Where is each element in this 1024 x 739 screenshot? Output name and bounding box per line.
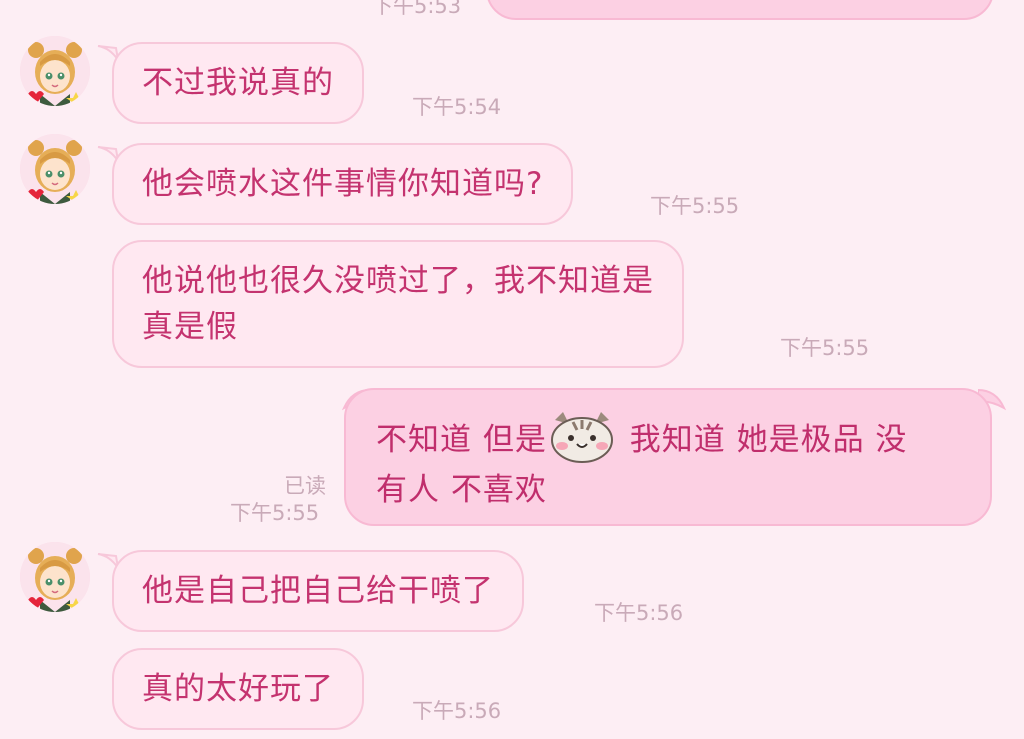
incoming-message-bubble[interactable]: 真的太好玩了 <box>112 648 364 730</box>
cat-face-emoji-icon <box>550 412 613 463</box>
previous-message-time: 下午5:53 <box>372 0 462 18</box>
message-text-line-1: 不知道 但是 我知道 她是极品 没 <box>376 410 960 465</box>
previous-outgoing-bubble-partial[interactable] <box>486 0 994 20</box>
incoming-message-bubble[interactable]: 他会喷水这件事情你知道吗? <box>112 143 574 225</box>
message-text: 他会喷水这件事情你知道吗? <box>142 166 544 202</box>
outgoing-message-bubble[interactable]: 不知道 但是 我知道 她是极品 没 有人 不喜欢 <box>344 388 992 526</box>
message-text: 不过我说真的 <box>142 65 334 101</box>
incoming-message-bubble[interactable]: 他说他也很久没喷过了，我不知道是 真是假 <box>112 240 684 368</box>
incoming-message-bubble[interactable]: 他是自己把自己给干喷了 <box>112 550 524 632</box>
contact-avatar[interactable] <box>20 542 90 612</box>
message-text-line-2: 真是假 <box>142 309 238 345</box>
message-time: 下午5:55 <box>650 194 740 218</box>
message-time: 下午5:56 <box>594 601 684 625</box>
message-text: 真的太好玩了 <box>142 671 334 707</box>
contact-avatar[interactable] <box>20 134 90 204</box>
incoming-message-bubble[interactable]: 不过我说真的 <box>112 42 364 124</box>
message-text-line-2: 有人 不喜欢 <box>376 472 547 508</box>
anime-girl-avatar-icon <box>20 134 90 204</box>
read-receipt: 已读 <box>284 474 326 498</box>
contact-avatar[interactable] <box>20 36 90 106</box>
message-time: 下午5:55 <box>230 501 320 525</box>
anime-girl-avatar-icon <box>20 542 90 612</box>
message-time: 下午5:56 <box>412 699 502 723</box>
message-text-line-1: 他说他也很久没喷过了，我不知道是 <box>142 263 654 299</box>
message-time: 下午5:54 <box>412 95 502 119</box>
message-text: 他是自己把自己给干喷了 <box>142 573 494 609</box>
message-time: 下午5:55 <box>780 336 870 360</box>
anime-girl-avatar-icon <box>20 36 90 106</box>
